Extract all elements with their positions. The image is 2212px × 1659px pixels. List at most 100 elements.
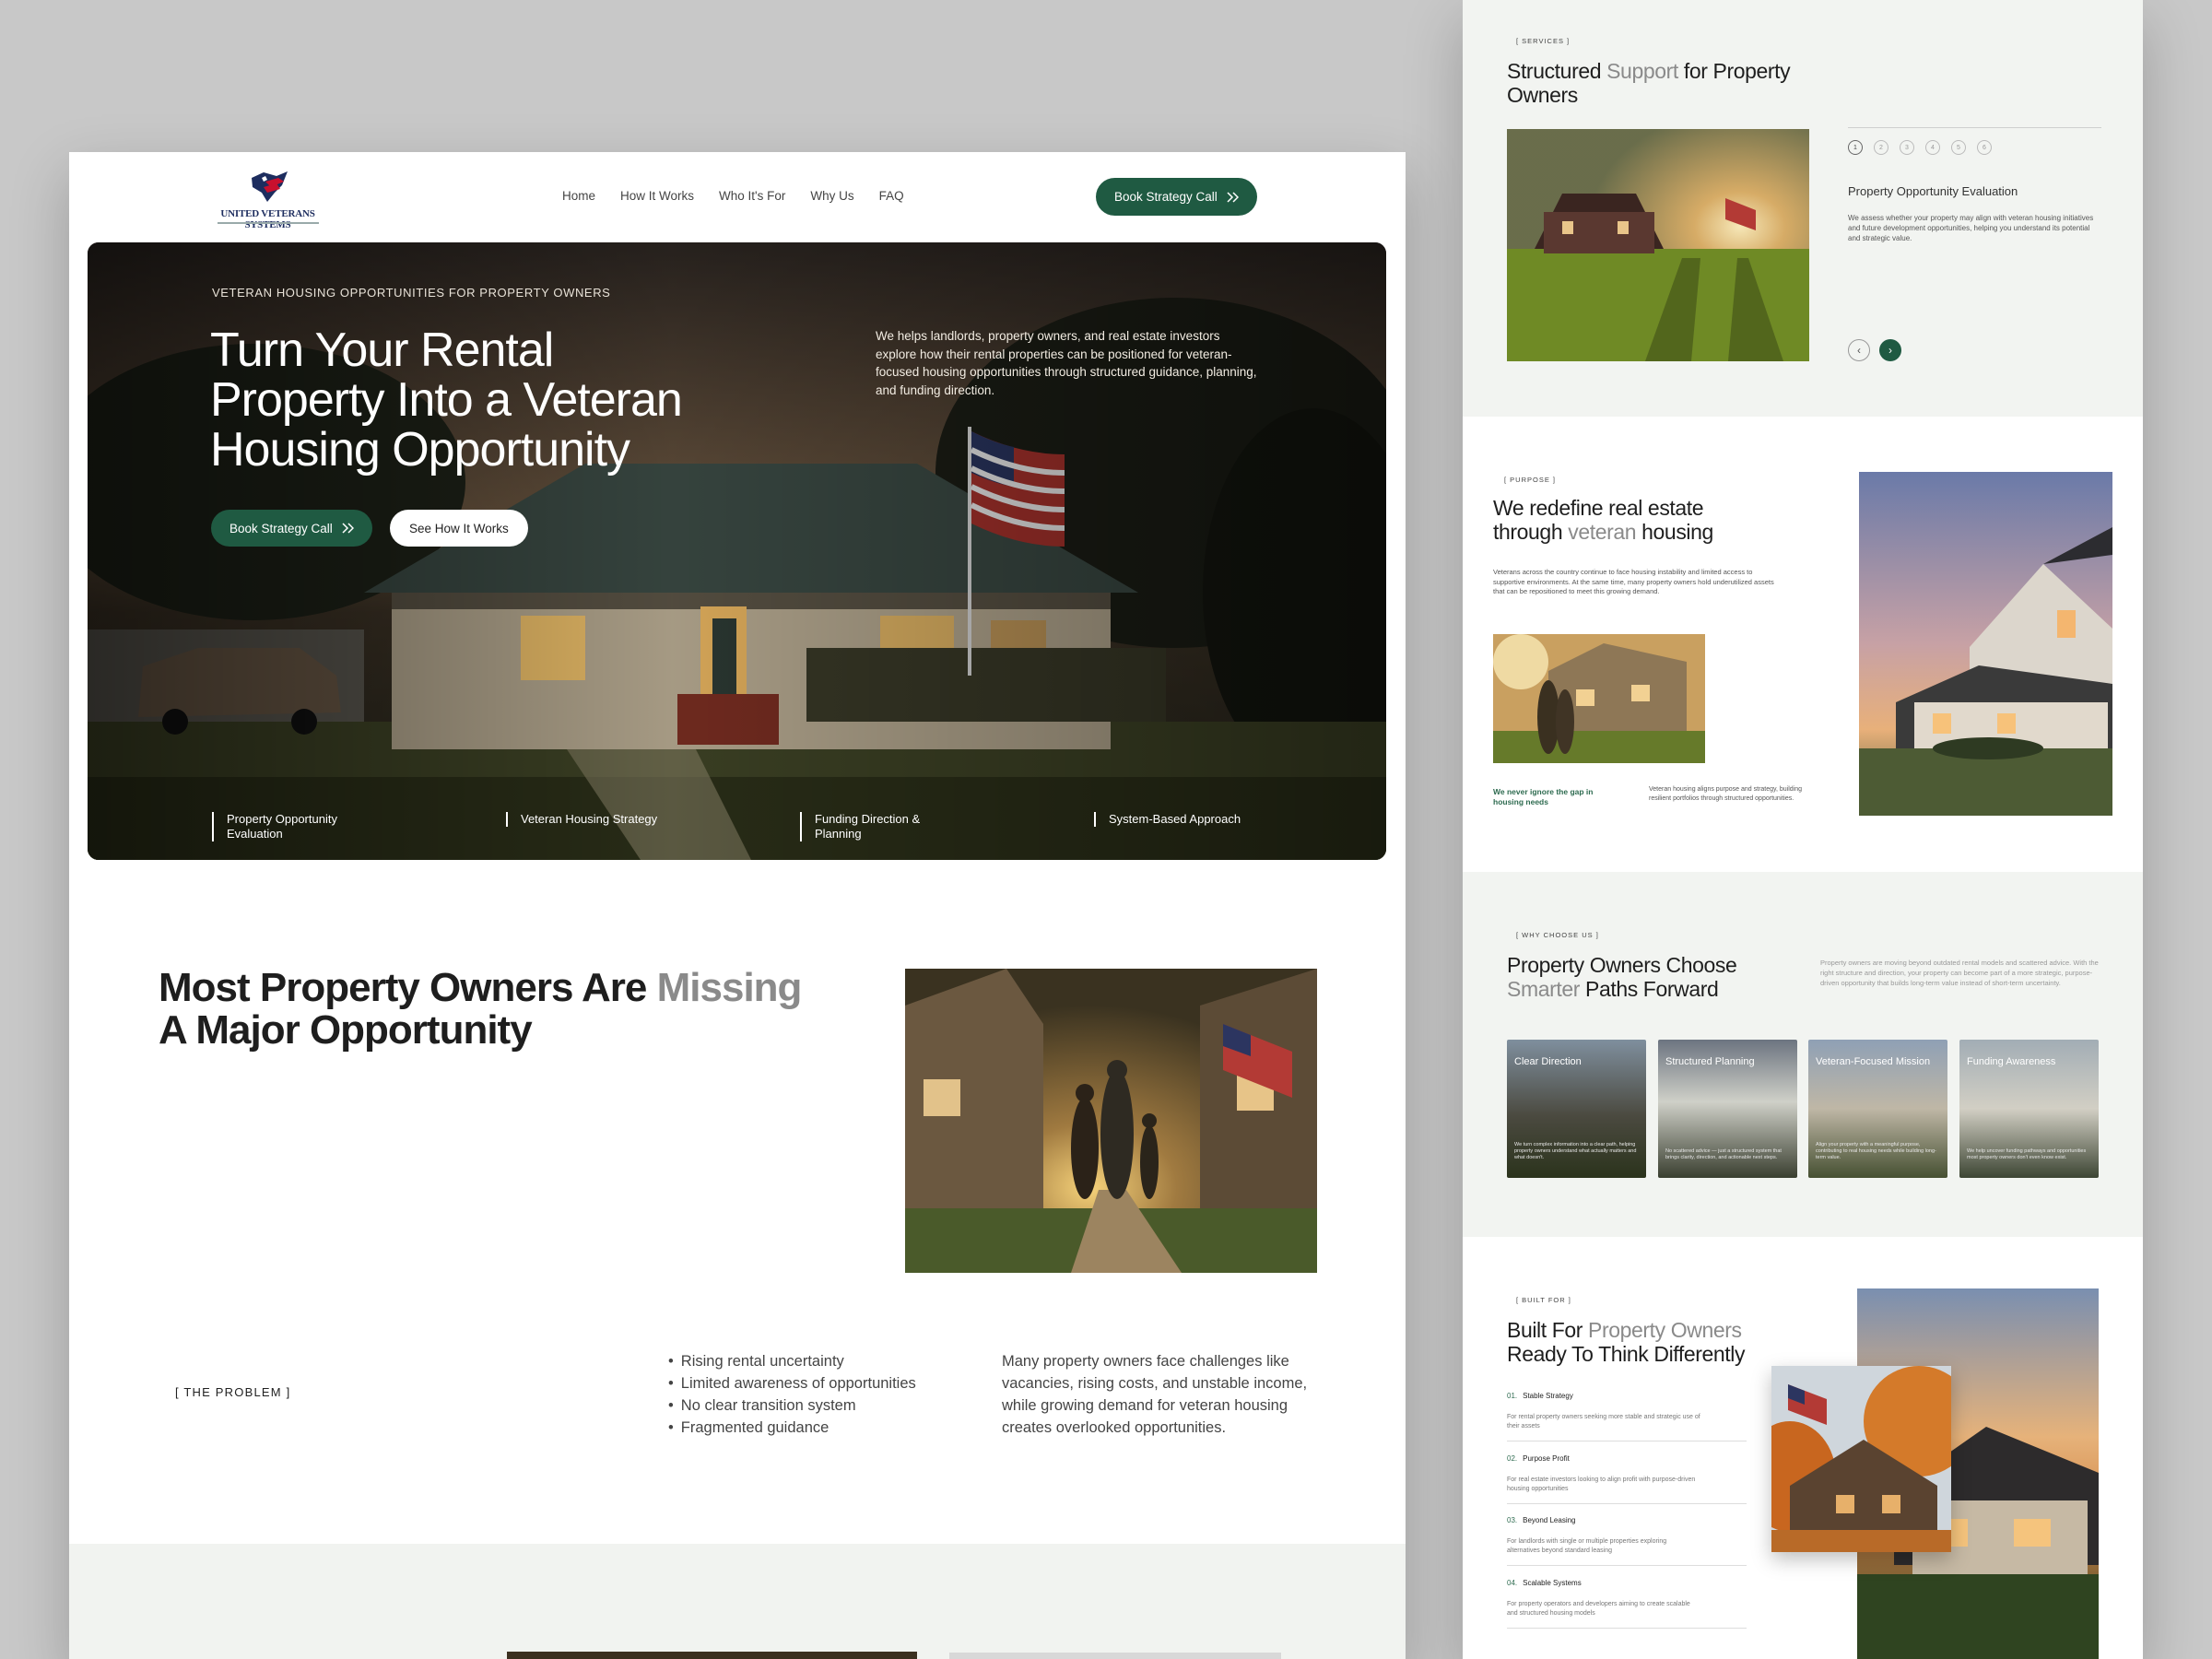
nav-home[interactable]: Home <box>562 189 595 203</box>
landing-page-main: UNITED VETERANS SYSTEMS Home How It Work… <box>69 152 1406 1659</box>
see-how-it-works-button[interactable]: See How It Works <box>390 510 528 547</box>
why-title: Property Owners Choose Smarter Paths For… <box>1507 953 1783 1001</box>
built-title-highlight: Property Owners <box>1588 1318 1742 1342</box>
card-text: We help uncover funding pathways and opp… <box>1967 1148 2087 1160</box>
purpose-tag: [ PURPOSE ] <box>1504 476 1557 484</box>
hero-feature-system: System-Based Approach <box>1094 812 1251 827</box>
arrow-right-icon[interactable]: › <box>1879 339 1901 361</box>
brand-name: UNITED VETERANS SYSTEMS <box>220 208 315 230</box>
bullet-item: Fragmented guidance <box>668 1417 916 1439</box>
services-step-indicator: 1 2 3 4 5 6 <box>1848 140 1992 155</box>
card-text: Align your property with a meaningful pu… <box>1816 1142 1936 1160</box>
built-title: Built For Property Owners Ready To Think… <box>1507 1318 1783 1366</box>
step-dot[interactable]: 5 <box>1951 140 1966 155</box>
flag-logo-icon <box>252 171 288 202</box>
why-card-structured-planning[interactable]: Structured Planning No scattered advice … <box>1658 1040 1797 1178</box>
item-text: For property operators and developers ai… <box>1507 1601 1690 1617</box>
services-section: [ SERVICES ] Structured Support for Prop… <box>1463 0 2143 417</box>
built-item-title: 02. Purpose Profit <box>1507 1454 1747 1463</box>
cabin-autumn-photo <box>1771 1366 1951 1552</box>
nav-faq[interactable]: FAQ <box>879 189 904 203</box>
item-title: Purpose Profit <box>1523 1454 1570 1463</box>
card-text: No scattered advice — just a structured … <box>1665 1148 1782 1160</box>
purpose-title-b: housing <box>1641 520 1713 544</box>
why-card-funding-awareness[interactable]: Funding Awareness We help uncover fundin… <box>1959 1040 2099 1178</box>
item-title: Beyond Leasing <box>1523 1516 1576 1524</box>
services-tag: [ SERVICES ] <box>1516 37 1571 45</box>
farmhouse-sunset-photo <box>1859 472 2112 816</box>
problem-title-highlight: Missing <box>656 965 803 1010</box>
why-title-highlight: Smarter <box>1507 977 1580 1001</box>
purpose-callout-text: Veteran housing aligns purpose and strat… <box>1649 786 1803 802</box>
hero-book-call-label: Book Strategy Call <box>229 521 333 535</box>
hero-section: VETERAN HOUSING OPPORTUNITIES FOR PROPER… <box>88 242 1386 860</box>
item-text: For rental property owners seeking more … <box>1507 1414 1700 1430</box>
built-item-title: 01. Stable Strategy <box>1507 1392 1747 1400</box>
problem-text: Many property owners face challenges lik… <box>1002 1353 1308 1436</box>
item-title: Stable Strategy <box>1523 1392 1573 1400</box>
next-section-text-top <box>949 1653 1281 1659</box>
built-item-title: 03. Beyond Leasing <box>1507 1516 1747 1524</box>
why-card-veteran-mission[interactable]: Veteran-Focused Mission Align your prope… <box>1808 1040 1947 1178</box>
bullet-item: Rising rental uncertainty <box>668 1350 916 1372</box>
services-divider <box>1848 127 2101 128</box>
double-chevron-right-icon <box>1227 191 1239 203</box>
purpose-title: We redefine real estate through veteran … <box>1493 496 1733 544</box>
item-number: 02. <box>1507 1454 1518 1463</box>
nav-book-call-button[interactable]: Book Strategy Call <box>1096 178 1257 216</box>
top-nav: UNITED VETERANS SYSTEMS Home How It Work… <box>69 152 1406 242</box>
main-menu: Home How It Works Who It's For Why Us FA… <box>562 189 904 203</box>
item-number: 03. <box>1507 1516 1518 1524</box>
services-title: Structured Support for Property Owners <box>1507 59 1820 107</box>
services-house-photo <box>1507 129 1809 361</box>
next-section-band <box>69 1544 1406 1659</box>
problem-title: Most Property Owners Are Missing A Major… <box>159 965 803 1052</box>
problem-title-main: Most Property Owners Are <box>159 965 647 1010</box>
problem-bullets: Rising rental uncertainty Limited awaren… <box>668 1350 916 1439</box>
built-item-purpose-profit: 02. Purpose Profit For real estate invest… <box>1507 1454 1747 1504</box>
step-dot[interactable]: 3 <box>1900 140 1914 155</box>
purpose-text: Veterans across the country continue to … <box>1493 568 1774 595</box>
next-section-image-top <box>507 1652 917 1659</box>
hero-feature-funding: Funding Direction & Planning <box>800 812 957 841</box>
built-item-beyond-leasing: 03. Beyond Leasing For landlords with sin… <box>1507 1516 1747 1566</box>
purpose-title-highlight: veteran <box>1568 520 1637 544</box>
family-flag-photo <box>905 969 1317 1273</box>
why-text: Property owners are moving beyond outdat… <box>1820 959 2099 987</box>
arrow-left-icon[interactable]: ‹ <box>1848 339 1870 361</box>
why-title-a: Property Owners Choose <box>1507 953 1737 977</box>
built-title-a: Built For <box>1507 1318 1583 1342</box>
brand-logo[interactable]: UNITED VETERANS SYSTEMS <box>210 169 325 230</box>
nav-who-its-for[interactable]: Who It's For <box>719 189 785 203</box>
step-dot[interactable]: 2 <box>1874 140 1888 155</box>
step-dot[interactable]: 4 <box>1925 140 1940 155</box>
problem-tag: [ THE PROBLEM ] <box>175 1385 291 1399</box>
card-label: Clear Direction <box>1514 1056 1582 1067</box>
double-chevron-right-icon <box>342 523 354 534</box>
built-item-title: 04. Scalable Systems <box>1507 1579 1747 1587</box>
service-item-title: Property Opportunity Evaluation <box>1848 184 2018 198</box>
card-label: Veteran-Focused Mission <box>1816 1056 1931 1067</box>
services-title-a: Structured <box>1507 59 1602 83</box>
step-dot[interactable]: 1 <box>1848 140 1863 155</box>
services-title-highlight: Support <box>1606 59 1678 83</box>
why-card-clear-direction[interactable]: Clear Direction We turn complex informat… <box>1507 1040 1646 1178</box>
built-title-b: Ready To Think Differently <box>1507 1342 1746 1366</box>
card-label: Structured Planning <box>1665 1056 1755 1067</box>
built-item-scalable-systems: 04. Scalable Systems For property operato… <box>1507 1579 1747 1629</box>
why-tag: [ WHY CHOOSE US ] <box>1516 931 1599 939</box>
built-for-section: [ BUILT FOR ] Built For Property Owners … <box>1463 1237 2143 1659</box>
item-title: Scalable Systems <box>1523 1579 1582 1587</box>
item-text: For real estate investors looking to ali… <box>1507 1477 1696 1492</box>
step-dot[interactable]: 6 <box>1977 140 1992 155</box>
card-text: We turn complex information into a clear… <box>1514 1142 1637 1160</box>
item-text: For landlords with single or multiple pr… <box>1507 1538 1667 1554</box>
card-label: Funding Awareness <box>1967 1056 2056 1067</box>
purpose-section: [ PURPOSE ] We redefine real estate thro… <box>1463 417 2143 872</box>
brand-tagline-line <box>218 222 319 224</box>
hero-description: We helps landlords, property owners, and… <box>876 329 1257 397</box>
hero-eyebrow: VETERAN HOUSING OPPORTUNITIES FOR PROPER… <box>212 286 611 300</box>
nav-how-it-works[interactable]: How It Works <box>620 189 694 203</box>
hero-book-call-button[interactable]: Book Strategy Call <box>211 510 372 547</box>
nav-why-us[interactable]: Why Us <box>810 189 853 203</box>
